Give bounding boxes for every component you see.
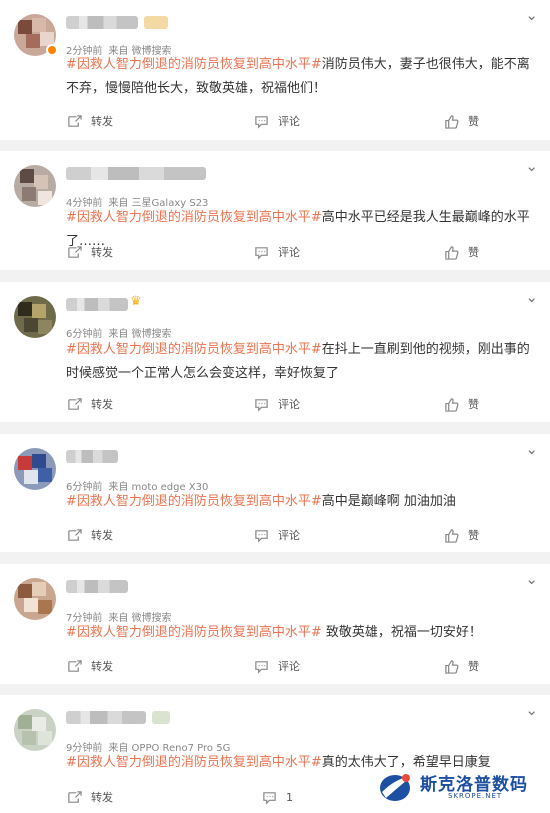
post-card: ⌄ 6分钟前 来自 moto edge X30 #因救人智力倒退的消防员恢复到高中… (0, 434, 550, 552)
avatar[interactable] (14, 296, 56, 338)
username-badge (144, 16, 168, 29)
post-content: #因救人智力倒退的消防员恢复到高中水平#高中是巅峰啊 加油加油 (66, 490, 540, 514)
post-card: ♛ ⌄ 6分钟前 来自 微博搜索 #因救人智力倒退的消防员恢复到高中水平#在抖上一… (0, 282, 550, 422)
comment-icon (255, 246, 268, 260)
like-button[interactable]: 赞 (444, 525, 479, 545)
comment-button[interactable]: 评论 (254, 656, 300, 676)
repost-icon (68, 528, 82, 541)
repost-icon (68, 114, 82, 127)
hashtag-link[interactable]: #因救人智力倒退的消防员恢复到高中水平# (66, 342, 322, 357)
repost-button[interactable]: 转发 (67, 656, 113, 676)
watermark-subtext: SKROPE.NET (448, 792, 503, 800)
username[interactable] (66, 16, 138, 29)
comment-count: 1 (286, 790, 293, 804)
repost-button[interactable]: 转发 (67, 242, 113, 262)
like-label: 赞 (468, 115, 479, 128)
post-content: #因救人智力倒退的消防员恢复到高中水平#消防员伟大，妻子也很伟大，能不离不弃，慢… (66, 53, 540, 101)
comment-button[interactable]: 评论 (254, 242, 300, 262)
comment-label: 评论 (278, 398, 300, 411)
repost-label: 转发 (91, 246, 113, 259)
chevron-down-icon[interactable]: ⌄ (525, 701, 538, 719)
repost-label: 转发 (91, 791, 113, 804)
repost-button[interactable]: 转发 (67, 111, 113, 131)
action-bar: 转发 评论 赞 (0, 394, 550, 414)
repost-button[interactable]: 转发 (67, 787, 113, 807)
action-bar: 转发 评论 赞 (0, 525, 550, 545)
comment-icon (255, 660, 268, 674)
username[interactable] (66, 167, 206, 180)
repost-icon (68, 245, 82, 258)
post-card: ⌄ 4分钟前 来自 三星Galaxy S23 #因救人智力倒退的消防员恢复到高中水… (0, 151, 550, 270)
action-bar: 转发 评论 赞 (0, 111, 550, 131)
repost-icon (68, 790, 82, 803)
like-button[interactable]: 赞 (444, 242, 479, 262)
hashtag-link[interactable]: #因救人智力倒退的消防员恢复到高中水平# (66, 57, 322, 72)
verified-badge (46, 44, 58, 56)
hashtag-link[interactable]: #因救人智力倒退的消防员恢复到高中水平# (66, 210, 322, 225)
like-icon (445, 528, 459, 543)
like-icon (445, 659, 459, 674)
repost-icon (68, 397, 82, 410)
watermark: 斯克洛普数码 SKROPE.NET (378, 768, 544, 808)
comment-button[interactable]: 1 (262, 787, 293, 807)
avatar[interactable] (14, 709, 56, 751)
comment-label: 评论 (278, 246, 300, 259)
username[interactable] (66, 580, 128, 593)
like-icon (445, 114, 459, 129)
avatar[interactable] (14, 578, 56, 620)
comment-label: 评论 (278, 115, 300, 128)
like-icon (445, 397, 459, 412)
post-content: #因救人智力倒退的消防员恢复到高中水平# 致敬英雄，祝福一切安好！ (66, 621, 540, 645)
repost-button[interactable]: 转发 (67, 525, 113, 545)
chevron-down-icon[interactable]: ⌄ (525, 6, 538, 24)
crown-icon: ♛ (130, 294, 142, 309)
post-content: #因救人智力倒退的消防员恢复到高中水平#在抖上一直刷到他的视频，刚出事的时候感觉… (66, 338, 540, 386)
action-bar: 转发 评论 赞 (0, 242, 550, 262)
comment-icon (255, 115, 268, 129)
like-icon (445, 245, 459, 260)
hashtag-link[interactable]: #因救人智力倒退的消防员恢复到高中水平# (66, 494, 322, 509)
avatar[interactable] (14, 448, 56, 490)
comment-button[interactable]: 评论 (254, 111, 300, 131)
repost-label: 转发 (91, 660, 113, 673)
comment-icon (255, 529, 268, 543)
action-bar: 转发 评论 赞 (0, 656, 550, 676)
username[interactable] (66, 298, 128, 311)
comment-icon (255, 398, 268, 412)
like-label: 赞 (468, 660, 479, 673)
chevron-down-icon[interactable]: ⌄ (525, 157, 538, 175)
username[interactable] (66, 450, 118, 463)
post-card: ⌄ 7分钟前 来自 微博搜索 #因救人智力倒退的消防员恢复到高中水平# 致敬英雄，… (0, 564, 550, 684)
post-text: 致敬英雄，祝福一切安好！ (321, 625, 482, 640)
chevron-down-icon[interactable]: ⌄ (525, 570, 538, 588)
comment-icon (263, 791, 276, 805)
comment-label: 评论 (278, 660, 300, 673)
like-label: 赞 (468, 246, 479, 259)
like-label: 赞 (468, 398, 479, 411)
avatar[interactable] (14, 165, 56, 207)
repost-label: 转发 (91, 398, 113, 411)
repost-button[interactable]: 转发 (67, 394, 113, 414)
like-button[interactable]: 赞 (444, 111, 479, 131)
like-label: 赞 (468, 529, 479, 542)
watermark-logo-icon (380, 774, 412, 801)
username[interactable] (66, 711, 146, 724)
post-card: ⌄ 2分钟前 来自 微博搜索 #因救人智力倒退的消防员恢复到高中水平#消防员伟大，… (0, 0, 550, 140)
repost-label: 转发 (91, 529, 113, 542)
repost-label: 转发 (91, 115, 113, 128)
chevron-down-icon[interactable]: ⌄ (525, 440, 538, 458)
chevron-down-icon[interactable]: ⌄ (525, 288, 538, 306)
post-text: 高中是巅峰啊 加油加油 (321, 494, 456, 509)
comment-label: 评论 (278, 529, 300, 542)
comment-button[interactable]: 评论 (254, 525, 300, 545)
hashtag-link[interactable]: #因救人智力倒退的消防员恢复到高中水平# (66, 625, 322, 640)
like-button[interactable]: 赞 (444, 394, 479, 414)
username-badge (152, 711, 170, 724)
comment-button[interactable]: 评论 (254, 394, 300, 414)
repost-icon (68, 659, 82, 672)
like-button[interactable]: 赞 (444, 656, 479, 676)
hashtag-link[interactable]: #因救人智力倒退的消防员恢复到高中水平# (66, 755, 322, 770)
